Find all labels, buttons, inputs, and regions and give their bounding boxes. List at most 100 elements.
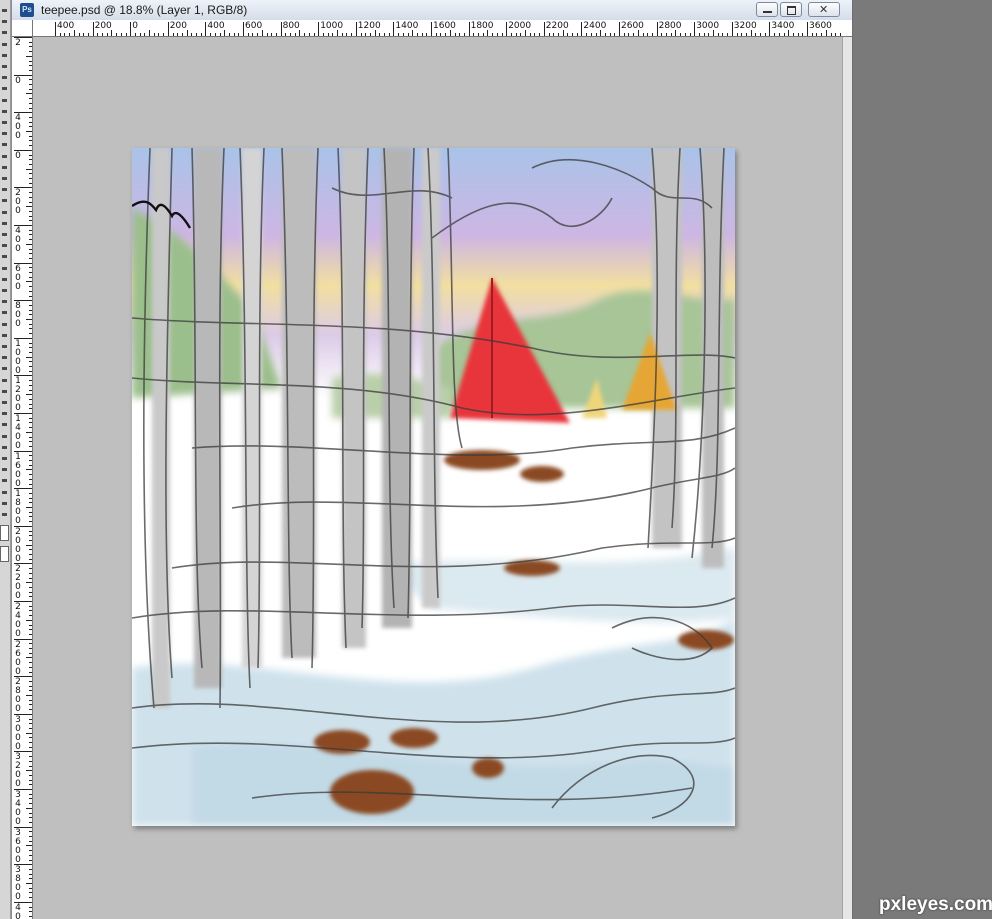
ruler-tick [14,337,32,339]
tool-icon[interactable] [1,434,9,439]
vertical-scrollbar[interactable] [842,37,852,919]
tool-icon[interactable] [1,176,9,181]
ruler-tick [501,33,503,36]
tool-icon[interactable] [1,322,9,327]
tool-icon[interactable] [1,310,9,315]
tool-icon[interactable] [1,355,9,360]
ruler-tick [29,239,32,241]
ruler-tick [694,22,696,36]
tool-icon[interactable] [1,445,9,450]
ruler-tick [191,33,193,36]
tool-icon[interactable] [1,8,9,13]
tool-icon[interactable] [1,86,9,91]
ruler-tick [29,793,32,795]
canvas-artwork[interactable] [132,148,735,826]
tool-icon[interactable] [1,288,9,293]
tool-icon[interactable] [1,254,9,259]
ruler-tick [684,33,686,36]
tool-icon[interactable] [1,344,9,349]
ruler-tick [29,873,32,875]
color-swatch[interactable] [0,546,9,562]
ruler-tick [120,33,122,36]
tool-icon[interactable] [1,266,9,271]
ruler-label: 2400 [583,21,607,31]
ruler-tick [29,812,32,814]
ruler-tick [29,742,32,743]
tool-icon[interactable] [1,19,9,24]
ruler-tick [839,33,841,36]
ruler-tick [29,257,32,259]
ruler-tick [764,33,766,36]
ruler-tick [29,347,32,349]
tool-icon[interactable] [1,512,9,517]
ruler-tick [586,33,588,36]
ruler-tick [492,33,494,36]
tool-icon[interactable] [1,411,9,416]
horizontal-ruler[interactable]: 400 200 0 200 400 600 800 1000 1200 1400 1600 1800 2… [33,20,852,37]
tool-icon[interactable] [1,198,9,203]
minimize-button[interactable] [756,2,778,17]
ruler-tick [29,572,32,574]
tool-icon[interactable] [1,243,9,248]
tool-icon[interactable] [1,366,9,371]
ruler-tick [619,22,620,36]
color-swatch[interactable] [0,525,9,541]
tool-icon[interactable] [1,42,9,47]
vertical-ruler[interactable]: 2040002004006008001000120014001600180020… [12,37,33,919]
ruler-tick [29,868,32,870]
ruler-label: 2 [15,38,21,48]
tool-icon[interactable] [1,187,9,192]
tool-icon[interactable] [1,131,9,136]
ruler-tick [29,398,32,400]
tool-icon[interactable] [1,456,9,461]
tool-icon[interactable] [1,30,9,35]
tool-icon[interactable] [1,120,9,125]
tool-icon[interactable] [1,64,9,69]
ruler-tick [29,60,32,62]
ruler-tick [29,422,32,424]
tool-icon[interactable] [1,165,9,170]
ruler-tick [29,530,32,532]
ruler-tick [29,79,32,81]
ruler-tick [29,46,32,48]
ruler-label: 400 [15,226,21,254]
close-button[interactable] [808,2,840,17]
ruler-tick [567,33,569,36]
tool-icon[interactable] [1,221,9,226]
ruler-tick [130,22,132,36]
tool-icon[interactable] [1,109,9,114]
tool-icon[interactable] [1,75,9,80]
tool-icon[interactable] [1,277,9,282]
tool-icon[interactable] [1,210,9,215]
ruler-label: 3000 [15,714,21,752]
maximize-button[interactable] [780,2,802,17]
tool-icon[interactable] [1,98,9,103]
tool-icon[interactable] [1,422,9,427]
tool-icon[interactable] [1,333,9,338]
ruler-tick [14,187,32,189]
tool-icon[interactable] [1,478,9,483]
tool-icon[interactable] [1,400,9,405]
tool-icon[interactable] [1,378,9,383]
tool-icon[interactable] [1,232,9,237]
ruler-tick [14,112,32,114]
ruler-tick [29,201,32,203]
title-bar[interactable]: Ps teepee.psd @ 18.8% (Layer 1, RGB/8) [12,0,852,21]
ruler-tick [614,33,616,36]
ruler-tick [29,662,32,664]
tool-icon[interactable] [1,142,9,147]
ruler-tick [29,850,32,852]
tool-icon[interactable] [1,389,9,394]
tool-icon[interactable] [1,490,9,495]
ruler-tick [134,33,136,36]
tool-icon[interactable] [1,299,9,304]
ruler-tick [26,770,32,772]
ruler-origin[interactable] [12,20,33,37]
tool-icon[interactable] [1,467,9,472]
ruler-label: 1200 [15,376,21,414]
tool-icon[interactable] [1,154,9,159]
tool-icon[interactable] [1,53,9,58]
tool-icon[interactable] [1,501,9,506]
ruler-tick [64,33,66,36]
ruler-tick [816,33,818,36]
